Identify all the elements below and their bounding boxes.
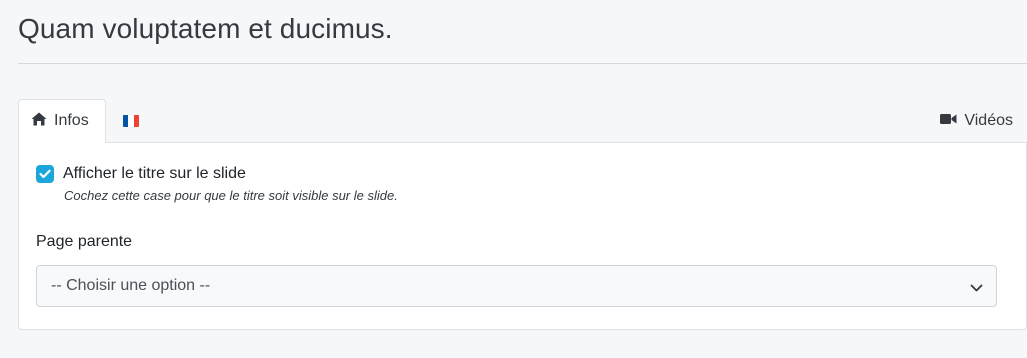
chevron-down-icon <box>970 280 983 298</box>
tab-french[interactable] <box>119 99 143 143</box>
show-title-checkbox[interactable] <box>36 165 54 183</box>
parent-page-select[interactable]: -- Choisir une option -- <box>36 265 997 307</box>
show-title-row: Afficher le titre sur le slide <box>36 165 246 183</box>
video-camera-icon <box>940 112 957 130</box>
parent-page-label: Page parente <box>36 233 133 250</box>
tab-bar: Infos Vidéos <box>18 99 1027 143</box>
checkmark-icon <box>39 169 51 179</box>
show-title-label[interactable]: Afficher le titre sur le slide <box>63 165 246 183</box>
tab-infos-label: Infos <box>54 112 89 129</box>
tab-videos[interactable]: Vidéos <box>940 99 1013 143</box>
parent-page-selected-value: -- Choisir une option -- <box>51 277 211 294</box>
tab-infos[interactable]: Infos <box>18 99 106 143</box>
title-divider <box>18 63 1027 64</box>
france-flag-icon <box>123 115 139 127</box>
page: Quam voluptatem et ducimus. Infos Vidéos… <box>0 0 1027 358</box>
home-icon <box>31 112 47 131</box>
tab-panel-infos: Afficher le titre sur le slide Cochez ce… <box>18 142 1027 330</box>
show-title-help: Cochez cette case pour que le titre soit… <box>64 188 398 203</box>
page-title: Quam voluptatem et ducimus. <box>18 13 393 44</box>
tab-videos-label: Vidéos <box>964 112 1013 129</box>
